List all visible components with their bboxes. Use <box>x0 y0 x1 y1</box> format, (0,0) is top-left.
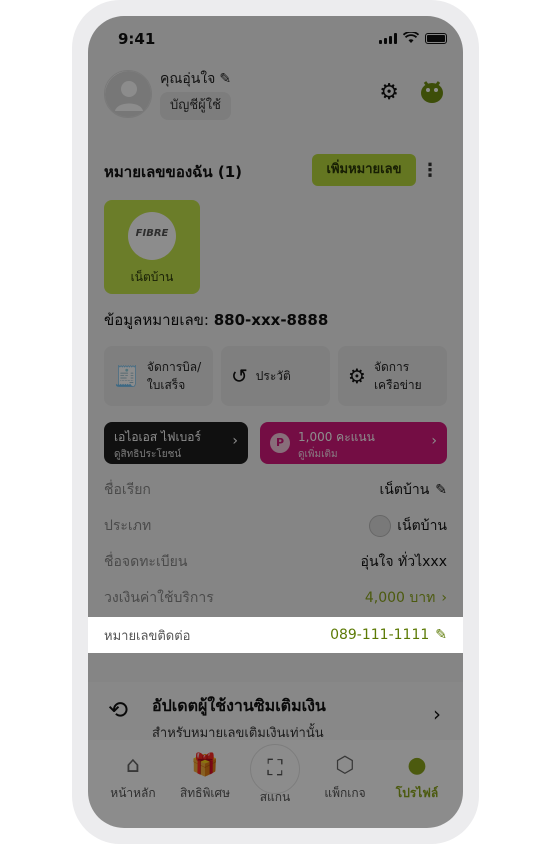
contact-number-row[interactable]: หมายเลขติดต่อ 089-111-1111 ✎ <box>104 617 447 653</box>
app-screen: 9:41 คุณอุ่นใจ ✎ บัญชีผู้ใช้ ⚙ หมายเลขขอ… <box>88 16 463 828</box>
contact-number-label: หมายเลขติดต่อ <box>104 628 191 644</box>
dim-overlay-bottom[interactable] <box>88 653 463 828</box>
contact-number-value: 089-111-1111 <box>330 627 430 643</box>
dim-overlay-top[interactable] <box>88 16 463 617</box>
contact-number-highlight: หมายเลขติดต่อ 089-111-1111 ✎ <box>88 617 463 653</box>
edit-icon[interactable]: ✎ <box>435 627 447 643</box>
